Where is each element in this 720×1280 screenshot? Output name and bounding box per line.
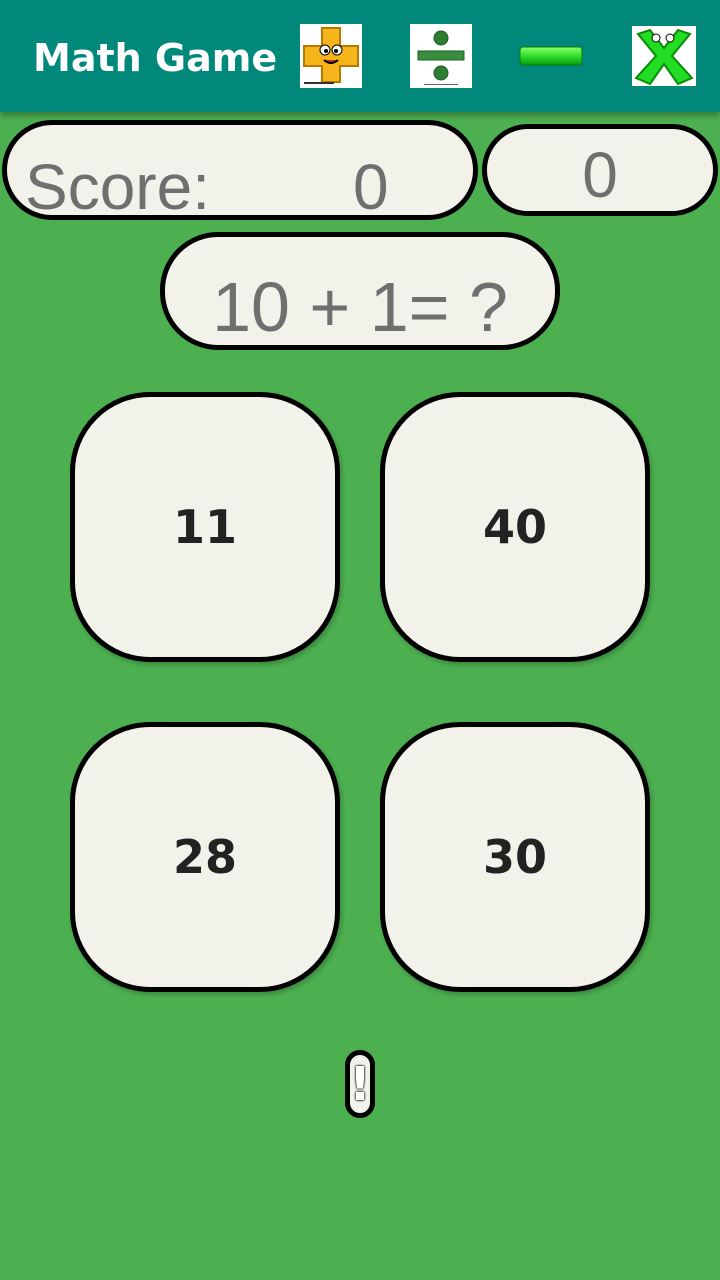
timer-panel: 0 <box>482 124 718 216</box>
plus-mascot-icon[interactable] <box>300 24 362 88</box>
score-panel: Score: 0 <box>2 120 478 220</box>
question-text: 10 + 1= ? <box>212 268 508 346</box>
times-icon[interactable] <box>632 26 696 86</box>
question-underline <box>221 345 501 348</box>
answer-button-4[interactable]: 30 <box>380 722 650 992</box>
score-value: 0 <box>353 151 389 223</box>
answer-button-1[interactable]: 11 <box>70 392 340 662</box>
answer-button-2[interactable]: 40 <box>380 392 650 662</box>
divide-icon[interactable] <box>410 24 472 88</box>
app-bar: Math Game <box>0 0 720 112</box>
app-title: Math Game <box>33 36 278 80</box>
question-panel: 10 + 1= ? <box>160 232 560 350</box>
minus-icon[interactable] <box>518 44 584 68</box>
answer-button-3[interactable]: 28 <box>70 722 340 992</box>
timer-value: 0 <box>582 139 618 211</box>
score-label: Score: <box>25 151 210 223</box>
exclamation-icon: ! <box>349 1057 371 1111</box>
hint-button[interactable]: ! <box>345 1050 375 1118</box>
